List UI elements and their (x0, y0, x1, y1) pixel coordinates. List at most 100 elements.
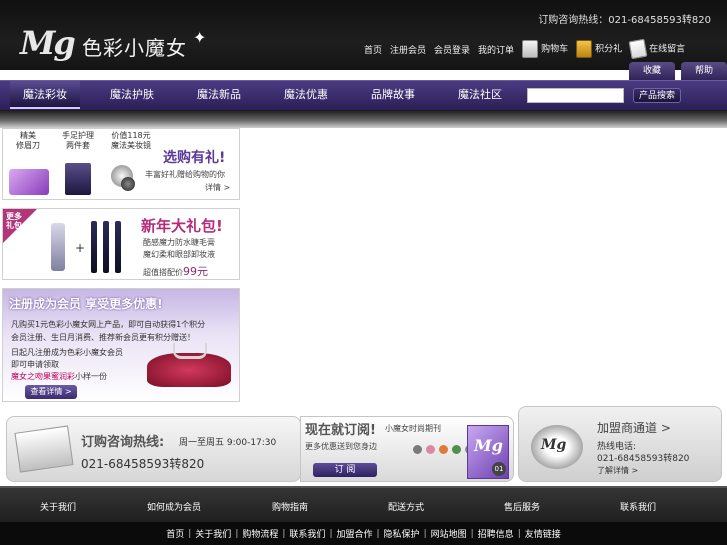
nav-item-makeup[interactable]: 魔法彩妆 (10, 81, 80, 109)
mascara-image (91, 221, 97, 273)
top-link-home[interactable]: 首页 (364, 43, 382, 56)
link-separator: | (282, 528, 286, 539)
register-details-button[interactable]: 查看详情 > (25, 385, 77, 399)
sparkle-icon: ✦ (193, 28, 207, 47)
nav-item-new[interactable]: 魔法新品 (184, 81, 254, 109)
magazine-cover[interactable]: Mg 01 (467, 425, 509, 479)
bottom-nav-guide[interactable]: 购物指南 (250, 500, 330, 513)
nav-item-community[interactable]: 魔法社区 (445, 81, 515, 109)
nav-item-brand-story[interactable]: 品牌故事 (358, 81, 428, 109)
util-tabs: 收藏 帮助 (629, 62, 727, 80)
top-link-orders[interactable]: 我的订单 (478, 43, 514, 56)
hotline-hours: 周一至周五 9:00-17:30 (179, 438, 277, 448)
bottom-nav-service[interactable]: 售后服务 (482, 500, 562, 513)
envelope-icon (14, 425, 74, 473)
top-link-message[interactable]: 在线留言 (628, 38, 685, 60)
footer-link[interactable]: 首页 (166, 527, 184, 540)
join-title[interactable]: 加盟商通道 > (597, 419, 671, 436)
footer-link[interactable]: 加盟合作 (336, 527, 372, 540)
newyear-price: 超值搭配价99元 (143, 265, 208, 278)
link-separator: | (470, 528, 474, 539)
tab-favorites[interactable]: 收藏 (629, 62, 675, 80)
join-phone: 021-68458593转820 (597, 454, 690, 464)
color-dot (452, 445, 461, 454)
gift-more-link[interactable]: 详情 > (205, 182, 230, 193)
search-input[interactable] (527, 88, 624, 103)
register-line-2: 会员注册、生日月消费、推荐新会员更有积分赠送！ (11, 333, 195, 342)
link-separator: | (423, 528, 427, 539)
newyear-line-2: 魔幻柔和眼部卸妆液 (143, 250, 215, 259)
gift-label-brow: 精美 修眉刀 (16, 131, 40, 150)
promo-newyear-banner[interactable]: 更多 礼包 + 新年大礼包! 酷感魔力防水睫毛膏 魔幻柔和眼部卸妆液 超值搭配价… (2, 208, 240, 280)
link-separator: | (235, 528, 239, 539)
footer-link[interactable]: 友情链接 (525, 527, 561, 540)
tab-help[interactable]: 帮助 (681, 62, 727, 80)
footer-link[interactable]: 关于我们 (195, 527, 231, 540)
subscribe-small: 小魔女时尚期刊 (385, 424, 441, 433)
newyear-line-1: 酷感魔力防水睫毛膏 (143, 238, 215, 247)
bottom-nav-contact[interactable]: 联系我们 (598, 500, 678, 513)
crown-image (173, 343, 207, 359)
brand-name[interactable]: 色彩小魔女 (82, 32, 187, 61)
magazine-issue: 01 (492, 462, 506, 476)
nav-shadow (0, 110, 727, 128)
mascara-image-3 (115, 221, 121, 273)
magazine-logo: Mg (474, 436, 503, 455)
bottom-links: 首页 | 关于我们 | 购物流程 | 联系我们 | 加盟合作 | 隐私保护 | 网站地图 | 招聘信息 | 友情… (0, 522, 727, 545)
link-separator: | (188, 528, 192, 539)
promo-register-banner[interactable]: 注册成为会员 享受更多优惠! 凡购买1元色彩小魔女网上产品，即可自动获得1个积分… (2, 288, 240, 402)
register-line-4: 即可申请领取 (11, 360, 59, 369)
bottom-nav-member[interactable]: 如何成为会员 (134, 500, 214, 513)
footer-link[interactable]: 购物流程 (242, 527, 278, 540)
top-link-points[interactable]: 积分礼 (576, 40, 622, 58)
link-separator: | (517, 528, 521, 539)
bottom-nav-delivery[interactable]: 配送方式 (366, 500, 446, 513)
gift-label-care: 手足护理 两件套 (62, 131, 94, 150)
site-header: Mg 色彩小魔女 ✦ 订购咨询热线：021-68458593转820 首页 注册… (0, 0, 727, 70)
gift-subtitle: 丰富好礼赠给购物的你 (145, 170, 225, 179)
gift-bag-image (65, 163, 91, 195)
footer-link[interactable]: 联系我们 (289, 527, 325, 540)
brush-image (121, 177, 135, 191)
gift-box-image (9, 169, 49, 195)
hotline-phone: 021-68458593转820 (81, 457, 205, 471)
promo-gift-banner[interactable]: 精美 修眉刀 手足护理 两件套 价值118元 魔法美妆镜 选购有礼! 丰富好礼赠… (2, 128, 240, 200)
top-links: 首页 注册会员 会员登录 我的订单 购物车 积分礼 在线留言 (364, 38, 685, 60)
search-button[interactable]: 产品搜索 (633, 88, 681, 103)
shopping-bag-icon (522, 40, 539, 58)
header-hotline: 订购咨询热线：021-68458593转820 (538, 15, 711, 26)
subscribe-button[interactable]: 订 阅 (313, 463, 377, 477)
nav-item-offers[interactable]: 魔法优惠 (271, 81, 341, 109)
join-box[interactable]: Mg 加盟商通道 > 热线电话: 021-68458593转820 了解详情 > (518, 406, 722, 482)
footer-link[interactable]: 网站地图 (431, 527, 467, 540)
footer-link[interactable]: 招聘信息 (478, 527, 514, 540)
brand-logo[interactable]: Mg (20, 24, 76, 62)
hotline-title: 订购咨询热线: (81, 435, 165, 450)
hotline-box: 订购咨询热线: 周一至周五 9:00-17:30 021-68458593转82… (6, 416, 301, 482)
color-dot (426, 445, 435, 454)
subscribe-title: 现在就订阅! (305, 423, 376, 438)
register-line-1: 凡购买1元色彩小魔女网上产品，即可自动获得1个积分 (11, 320, 206, 329)
footer-link[interactable]: 隐私保护 (384, 527, 420, 540)
top-link-register[interactable]: 注册会员 (390, 43, 426, 56)
top-link-cart[interactable]: 购物车 (522, 40, 568, 58)
subscribe-box: 现在就订阅! 小魔女时尚期刊 更多优惠送到您身边 订 阅 Mg 01 (300, 416, 514, 482)
mascara-image-2 (103, 221, 109, 273)
register-highlight: 魔女之吻果蜜润彩小样一份 (11, 372, 107, 381)
link-separator: | (376, 528, 380, 539)
newyear-title: 新年大礼包! (141, 217, 223, 235)
remover-bottle-image (51, 223, 65, 271)
register-line-3: 日起凡注册成为色彩小魔女会员 (11, 348, 123, 357)
subscribe-text: 更多优惠送到您身边 (305, 442, 377, 451)
bottom-nav-about[interactable]: 关于我们 (18, 500, 98, 513)
plus-icon: + (75, 241, 86, 255)
bottom-nav: 关于我们 如何成为会员 购物指南 配送方式 售后服务 联系我们 (0, 486, 727, 522)
newyear-price-value: 99元 (183, 265, 208, 278)
register-title: 注册成为会员 享受更多优惠! (9, 297, 163, 311)
nav-item-skincare[interactable]: 魔法护肤 (97, 81, 167, 109)
join-more-link[interactable]: 了解详情 > (597, 465, 638, 476)
top-link-login[interactable]: 会员登录 (434, 43, 470, 56)
corner-tag-text: 更多 礼包 (6, 212, 22, 230)
gift-icon (576, 40, 593, 58)
note-icon (628, 38, 648, 60)
